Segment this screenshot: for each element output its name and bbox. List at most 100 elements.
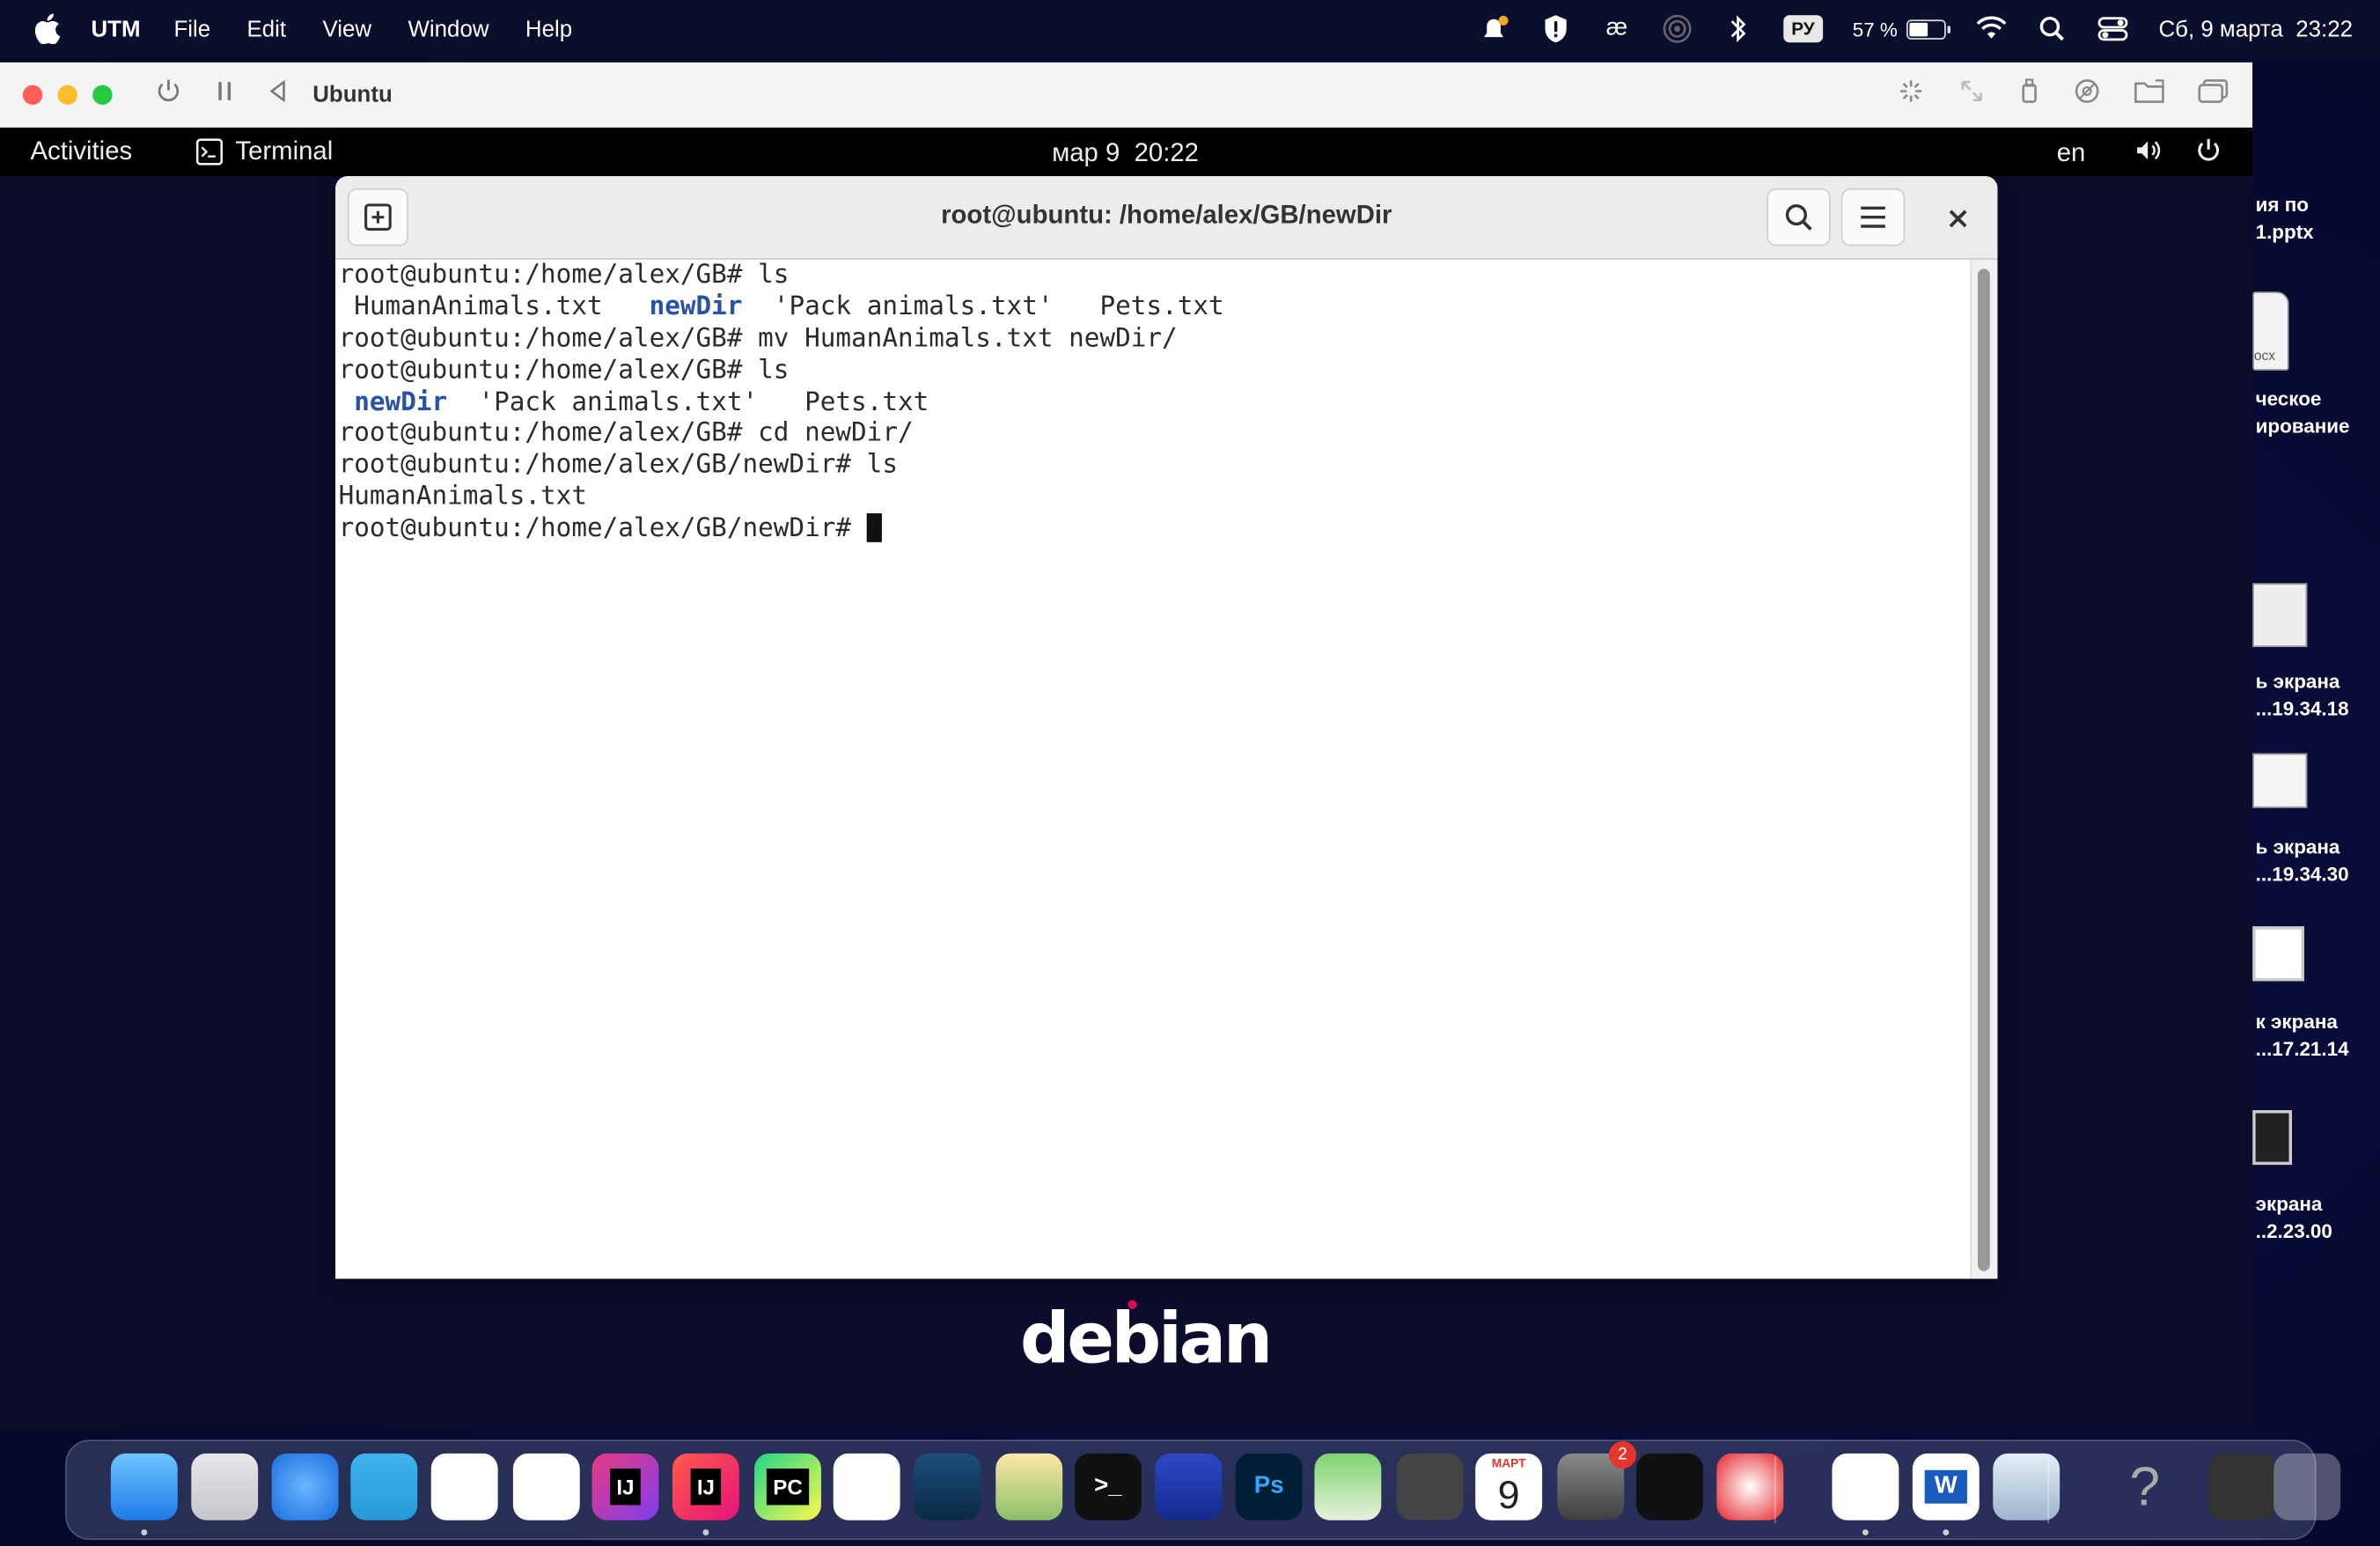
pause-icon[interactable] bbox=[216, 80, 234, 109]
desktop-screenshot-2[interactable]: ь экрана ...19.34.30 bbox=[2256, 834, 2349, 888]
terminal-output[interactable]: root@ubuntu:/home/alex/GB# ls HumanAnima… bbox=[335, 259, 1972, 1279]
activities-button[interactable]: Activities bbox=[30, 136, 132, 167]
menubar-app-name[interactable]: UTM bbox=[91, 16, 140, 41]
wifi-icon[interactable] bbox=[1976, 14, 2007, 45]
dock-launchpad-icon[interactable] bbox=[191, 1453, 259, 1520]
dock-help-icon[interactable]: ? bbox=[2112, 1454, 2178, 1520]
menubar-clock[interactable]: Сб, 9 марта 23:22 bbox=[2158, 16, 2352, 41]
menu-help[interactable]: Help bbox=[525, 16, 572, 41]
terminal-line: root@ubuntu:/home/alex/GB/newDir# bbox=[339, 513, 1972, 545]
menu-file[interactable]: File bbox=[173, 16, 210, 41]
terminal-close-button[interactable] bbox=[1936, 197, 1979, 239]
debian-logo-dot bbox=[1128, 1299, 1137, 1309]
desktop-doc-thumbnail[interactable]: ocx bbox=[2252, 291, 2289, 371]
dock-finder-icon[interactable] bbox=[110, 1453, 178, 1520]
dock-mysql-workbench-icon[interactable] bbox=[914, 1453, 981, 1520]
menu-edit[interactable]: Edit bbox=[247, 16, 287, 41]
gnome-system-menu[interactable] bbox=[2134, 136, 2222, 164]
terminal-line: HumanAnimals.txt bbox=[339, 482, 1972, 513]
desktop-screenshot-thumbnail[interactable] bbox=[2252, 1109, 2292, 1166]
dock-grapher-icon[interactable] bbox=[995, 1453, 1063, 1520]
terminal-scrollbar[interactable] bbox=[1970, 259, 1998, 1279]
usb-icon[interactable] bbox=[2019, 77, 2040, 113]
notification-icon[interactable] bbox=[1480, 14, 1510, 45]
input-language-badge[interactable]: РУ bbox=[1783, 15, 1823, 43]
dock-telegram-icon[interactable] bbox=[350, 1453, 418, 1520]
dock-opera-icon[interactable] bbox=[1716, 1453, 1784, 1520]
drive-icon[interactable] bbox=[2074, 77, 2101, 113]
dock-intellij-idea-icon[interactable]: IJ bbox=[672, 1453, 739, 1520]
terminal-menu-button[interactable] bbox=[1840, 188, 1906, 247]
doc-extension-label: ocx bbox=[2253, 348, 2276, 364]
desktop-screenshot-3[interactable]: к экрана ...17.21.14 bbox=[2256, 1008, 2349, 1063]
dock-chrome-icon[interactable] bbox=[512, 1453, 580, 1520]
dock-badge-wrapper: 2 bbox=[1557, 1441, 1637, 1520]
dock-powerpoint-icon[interactable] bbox=[1832, 1453, 1899, 1520]
close-window-button[interactable] bbox=[22, 85, 43, 106]
ae-ligature-icon[interactable]: æ bbox=[1602, 14, 1632, 45]
search-icon bbox=[1785, 204, 1812, 231]
zoom-window-button[interactable] bbox=[92, 85, 113, 106]
terminal-icon bbox=[196, 138, 224, 166]
windows-icon[interactable] bbox=[2198, 79, 2229, 111]
command-output: HumanAnimals.txt bbox=[338, 482, 587, 512]
dock-intellij-idea-ce-icon[interactable]: IJ bbox=[591, 1453, 659, 1520]
hamburger-icon bbox=[1861, 206, 1885, 228]
desktop-file-label: ь экрана bbox=[2255, 835, 2340, 858]
dock-running-indicator bbox=[1862, 1529, 1869, 1535]
dock-docker-icon[interactable] bbox=[833, 1453, 900, 1520]
shared-folder-icon[interactable] bbox=[2134, 79, 2164, 111]
minimize-window-button[interactable] bbox=[57, 85, 77, 106]
shield-icon[interactable] bbox=[1541, 14, 1571, 45]
keyboard-layout[interactable]: en bbox=[2057, 138, 2086, 169]
desktop-file-label: ческое bbox=[2255, 386, 2322, 410]
desktop-screenshot-thumbnail[interactable] bbox=[2252, 926, 2304, 982]
gnome-top-bar: Activities Terminal мар 9 20:22 en bbox=[0, 127, 2253, 177]
desktop-file-label: ...19.34.18 bbox=[2255, 696, 2349, 720]
utm-window: Ubuntu Activities Terminal мар 9 20:22 e… bbox=[0, 62, 2253, 1430]
spotlight-search-icon[interactable] bbox=[2038, 14, 2068, 45]
dock-preview-icon[interactable] bbox=[1993, 1453, 2060, 1520]
gnome-clock[interactable]: мар 9 20:22 bbox=[1052, 138, 1199, 169]
app-menu-terminal[interactable]: Terminal bbox=[196, 136, 333, 167]
status-area: æ РУ 57 % Сб, 9 марта 23:22 bbox=[1480, 0, 2353, 58]
apple-icon[interactable] bbox=[33, 13, 63, 45]
dock-utm-icon[interactable] bbox=[1155, 1453, 1223, 1520]
menu-view[interactable]: View bbox=[323, 16, 372, 41]
desktop-file-pptx[interactable]: ия по 1.pptx bbox=[2256, 191, 2314, 246]
directory-name: newDir bbox=[354, 386, 448, 417]
dock-photoshop-icon[interactable]: Ps bbox=[1235, 1453, 1303, 1520]
desktop-screenshot-4[interactable]: экрана ..2.23.00 bbox=[2256, 1190, 2332, 1245]
dock-quick-look-icon[interactable] bbox=[1636, 1453, 1703, 1520]
desktop-screenshot-thumbnail[interactable] bbox=[2252, 753, 2308, 808]
bluetooth-icon[interactable] bbox=[1723, 14, 1753, 45]
capture-input-icon[interactable] bbox=[1898, 77, 1925, 113]
desktop-file-doc[interactable]: ческое ирование bbox=[2256, 386, 2350, 440]
dock-icon-label: IJ bbox=[690, 1469, 721, 1506]
scrollbar-thumb[interactable] bbox=[1978, 269, 1990, 1271]
desktop-screenshot-thumbnail[interactable] bbox=[2252, 583, 2308, 647]
dock-recent-window-icon[interactable] bbox=[2208, 1453, 2276, 1520]
dock-terminal-icon[interactable]: >_ bbox=[1074, 1453, 1142, 1520]
power-icon[interactable] bbox=[155, 77, 182, 113]
dock-safari-icon[interactable] bbox=[271, 1453, 339, 1520]
dock-calendar-icon[interactable]: МАРТ 9 bbox=[1475, 1453, 1543, 1520]
airdrop-icon[interactable] bbox=[1663, 14, 1693, 45]
back-icon[interactable] bbox=[268, 79, 289, 109]
file-list-text: HumanAnimals.txt bbox=[338, 291, 650, 322]
dock-separator bbox=[1774, 1456, 1776, 1524]
menu-window[interactable]: Window bbox=[408, 16, 489, 41]
control-center-icon[interactable] bbox=[2097, 14, 2128, 45]
desktop-screenshot-1[interactable]: ь экрана ...19.34.18 bbox=[2256, 668, 2349, 723]
dock-vs-code-icon[interactable] bbox=[430, 1453, 498, 1520]
battery-indicator[interactable]: 57 % bbox=[1853, 18, 1951, 40]
dock-calculator-icon[interactable] bbox=[1396, 1453, 1464, 1520]
dock-word-icon[interactable]: W bbox=[1912, 1453, 1980, 1520]
terminal-title: root@ubuntu: /home/alex/GB/newDir bbox=[941, 200, 1392, 230]
command-prompt: root@ubuntu:/home/alex/GB# cd newDir/ bbox=[338, 418, 914, 449]
dock-trash-icon[interactable] bbox=[2273, 1453, 2341, 1520]
terminal-search-button[interactable] bbox=[1767, 188, 1831, 247]
resize-icon[interactable] bbox=[1958, 77, 1986, 113]
dock-maps-icon[interactable] bbox=[1314, 1453, 1382, 1520]
dock-pycharm-icon[interactable]: PC bbox=[754, 1453, 821, 1520]
